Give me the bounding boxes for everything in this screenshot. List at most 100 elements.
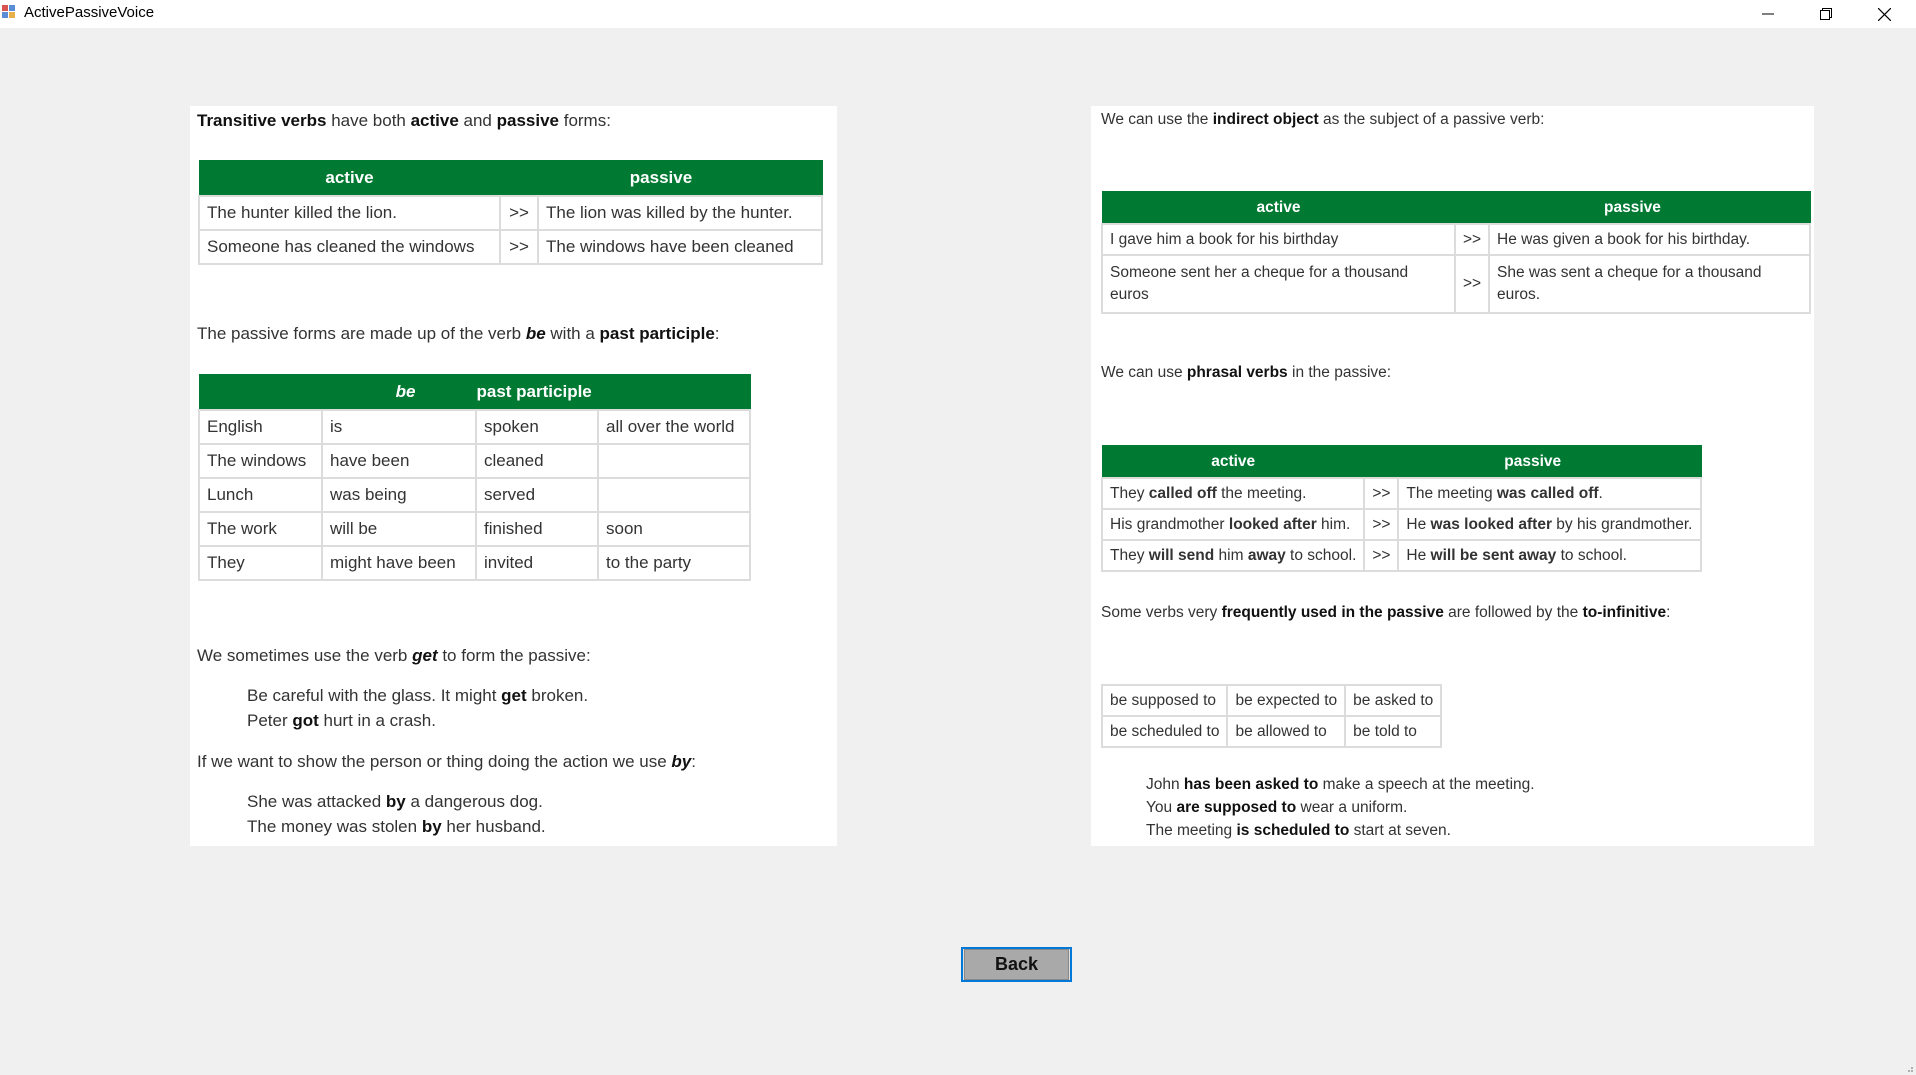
title-bar: ActivePassiveVoice — [0, 0, 1916, 28]
header-be: be — [198, 374, 477, 411]
cell-be: will be — [321, 511, 477, 547]
cell-subject: Lunch — [198, 477, 323, 513]
cell-complement: soon — [597, 511, 751, 547]
indirect-object-table: active passive I gave him a book for his… — [1101, 191, 1811, 314]
table-row: His grandmother looked after him. >> He … — [1100, 508, 1702, 541]
by-agent-paragraph: If we want to show the person or thing d… — [197, 752, 696, 771]
to-infinitive-table: be supposed to be expected to be asked t… — [1100, 684, 1443, 748]
back-button-label: Back — [964, 949, 1069, 980]
header-passive: passive — [1363, 445, 1702, 479]
cell-participle: served — [475, 477, 599, 513]
minimize-button[interactable] — [1739, 0, 1797, 28]
table-row: They will send him away to school. >> He… — [1100, 539, 1702, 572]
restore-icon — [1820, 8, 1832, 20]
cell-participle: spoken — [475, 409, 599, 445]
cell-subject: English — [198, 409, 323, 445]
cell-passive: He was looked after by his grandmother. — [1397, 508, 1702, 541]
cell-active: Someone sent her a cheque for a thousand… — [1101, 254, 1456, 314]
cell-complement — [597, 443, 751, 479]
header-past-participle: past participle — [475, 374, 751, 411]
verb-cell: be supposed to — [1100, 684, 1229, 717]
cell-be: might have been — [321, 545, 477, 581]
restore-button[interactable] — [1797, 0, 1855, 28]
header-active: active — [1101, 191, 1456, 225]
cell-passive: The lion was killed by the hunter. — [537, 195, 823, 231]
verb-cell: be asked to — [1344, 684, 1443, 717]
cell-subject: The windows — [198, 443, 323, 479]
phrasal-verbs-table: active passive They called off the meeti… — [1100, 445, 1702, 572]
verb-cell: be told to — [1344, 715, 1443, 748]
back-button[interactable]: Back — [961, 947, 1072, 982]
right-content-panel: We can use the indirect object as the su… — [1091, 106, 1814, 846]
cell-arrow: >> — [499, 229, 539, 265]
get-example-1: Be careful with the glass. It might get … — [247, 686, 589, 705]
phrasal-verbs-paragraph: We can use phrasal verbs in the passive: — [1101, 364, 1392, 381]
cell-complement — [597, 477, 751, 513]
infinitive-example-2: You are supposed to wear a uniform. — [1146, 799, 1408, 816]
passive-forms-paragraph: The passive forms are made up of the ver… — [197, 324, 720, 343]
cell-arrow: >> — [1363, 508, 1400, 541]
by-example-1: She was attacked by a dangerous dog. — [247, 792, 543, 811]
active-passive-table: active passive The hunter killed the lio… — [198, 160, 823, 265]
cell-active: The hunter killed the lion. — [198, 195, 501, 231]
to-infinitive-paragraph: Some verbs very frequently used in the p… — [1101, 604, 1671, 621]
transitive-intro: Transitive verbs have both active and pa… — [197, 111, 611, 130]
cell-arrow: >> — [499, 195, 539, 231]
table-row: Someone sent her a cheque for a thousand… — [1101, 254, 1811, 314]
indirect-object-intro: We can use the indirect object as the su… — [1101, 111, 1545, 128]
verb-cell: be scheduled to — [1100, 715, 1229, 748]
table-row: They called off the meeting. >> The meet… — [1100, 477, 1702, 510]
cell-passive: The windows have been cleaned — [537, 229, 823, 265]
header-active: active — [198, 160, 501, 197]
table-row: The work will be finished soon — [198, 511, 751, 547]
header-passive: passive — [1454, 191, 1811, 225]
by-example-2: The money was stolen by her husband. — [247, 817, 546, 836]
cell-participle: invited — [475, 545, 599, 581]
verb-cell: be expected to — [1226, 684, 1347, 717]
be-participle-table: be past participle English is spoken all… — [198, 374, 751, 581]
cell-arrow: >> — [1363, 477, 1400, 510]
resize-grip-icon[interactable] — [1904, 1063, 1914, 1073]
get-passive-paragraph: We sometimes use the verb get to form th… — [197, 646, 591, 665]
close-icon — [1877, 7, 1891, 21]
table-row: be scheduled to be allowed to be told to — [1100, 715, 1443, 748]
app-icon — [2, 5, 16, 19]
cell-active: His grandmother looked after him. — [1100, 508, 1366, 541]
cell-passive: He will be sent away to school. — [1397, 539, 1702, 572]
table-row: English is spoken all over the world — [198, 409, 751, 445]
cell-complement: to the party — [597, 545, 751, 581]
cell-active: They will send him away to school. — [1100, 539, 1366, 572]
cell-arrow: >> — [1454, 223, 1490, 256]
cell-active: Someone has cleaned the windows — [198, 229, 501, 265]
table-row: They might have been invited to the part… — [198, 545, 751, 581]
cell-subject: The work — [198, 511, 323, 547]
cell-subject: They — [198, 545, 323, 581]
cell-be: is — [321, 409, 477, 445]
cell-passive: He was given a book for his birthday. — [1488, 223, 1811, 256]
left-content-panel: Transitive verbs have both active and pa… — [190, 106, 837, 846]
header-active: active — [1101, 445, 1365, 479]
minimize-icon — [1762, 13, 1774, 15]
table-row: The hunter killed the lion. >> The lion … — [198, 195, 823, 231]
cell-active: They called off the meeting. — [1100, 477, 1366, 510]
cell-be: was being — [321, 477, 477, 513]
close-button[interactable] — [1855, 0, 1913, 28]
cell-active: I gave him a book for his birthday — [1101, 223, 1456, 256]
cell-arrow: >> — [1454, 254, 1490, 314]
verb-cell: be allowed to — [1226, 715, 1347, 748]
cell-participle: cleaned — [475, 443, 599, 479]
window-title: ActivePassiveVoice — [24, 4, 155, 21]
table-row: I gave him a book for his birthday >> He… — [1101, 223, 1811, 256]
table-row: be supposed to be expected to be asked t… — [1100, 684, 1443, 717]
cell-be: have been — [321, 443, 477, 479]
table-row: Lunch was being served — [198, 477, 751, 513]
infinitive-example-3: The meeting is scheduled to start at sev… — [1146, 822, 1451, 839]
cell-arrow: >> — [1363, 539, 1400, 572]
cell-passive: The meeting was called off. — [1397, 477, 1702, 510]
cell-passive: She was sent a cheque for a thousand eur… — [1488, 254, 1811, 314]
infinitive-example-1: John has been asked to make a speech at … — [1146, 776, 1535, 793]
header-passive: passive — [499, 160, 823, 197]
table-row: Someone has cleaned the windows >> The w… — [198, 229, 823, 265]
cell-complement: all over the world — [597, 409, 751, 445]
cell-participle: finished — [475, 511, 599, 547]
